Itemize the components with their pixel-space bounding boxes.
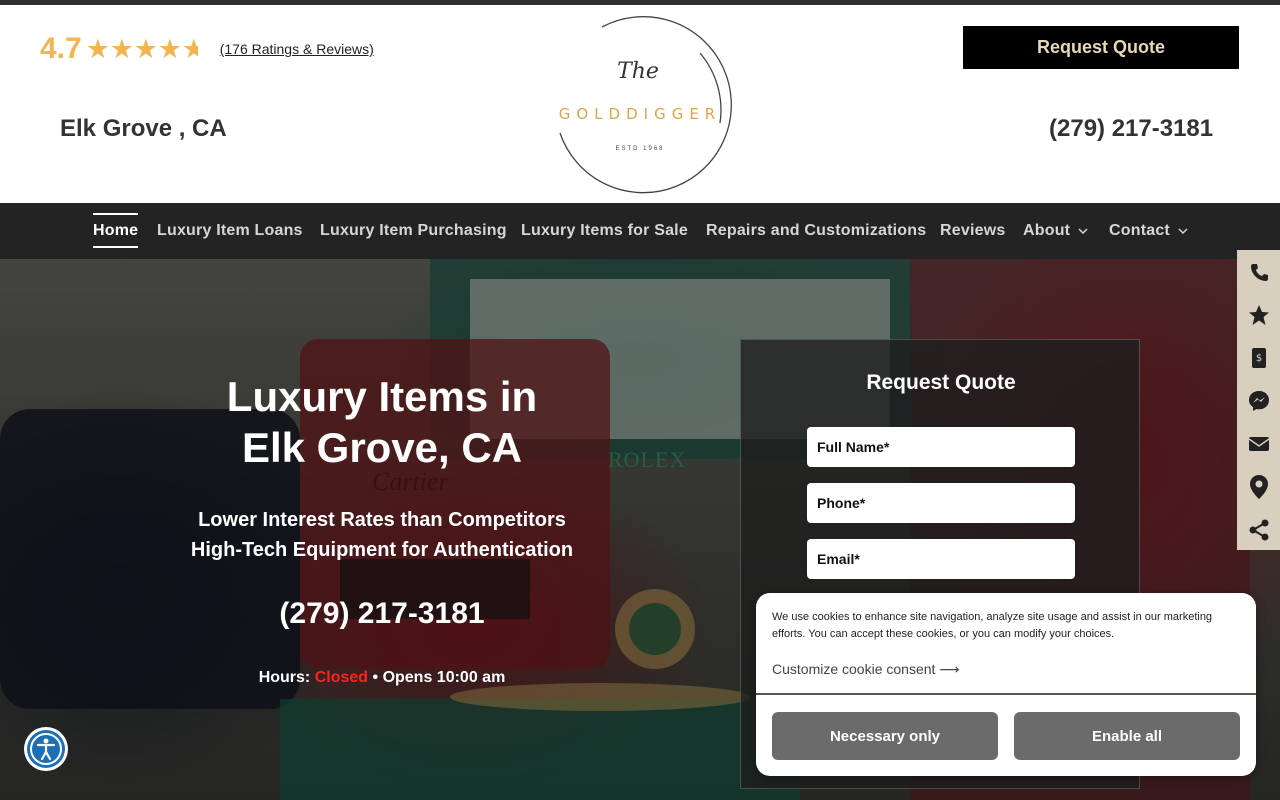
necessary-only-button[interactable]: Necessary only	[772, 712, 998, 760]
form-title: Request Quote	[866, 371, 1016, 394]
nav-item-label: Luxury Item Purchasing	[320, 222, 507, 239]
phone-field[interactable]: Phone*	[807, 483, 1075, 523]
nav-item-about[interactable]: About	[1023, 203, 1088, 259]
main-nav: Home Luxury Item Loans Luxury Item Purch…	[0, 203, 1280, 259]
email-field[interactable]: Email*	[807, 539, 1075, 579]
hero-title-line: Luxury Items in	[226, 373, 538, 420]
star-icon: ★	[109, 33, 134, 64]
nav-item-label: Home	[93, 222, 139, 239]
hours-status: Closed	[314, 669, 369, 686]
nav-item-label: Contact	[1109, 222, 1170, 239]
cookie-consent-banner: We use cookies to enhance site navigatio…	[756, 593, 1256, 776]
dock-email-button[interactable]	[1237, 422, 1280, 465]
nav-item-luxury-item-loans[interactable]: Luxury Item Loans	[157, 203, 303, 259]
nav-item-label: Repairs and Customizations	[706, 222, 927, 239]
business-hours: Hours: Closed • Opens 10:00 am	[182, 669, 582, 687]
logo-name: GOLDDIGGER	[558, 105, 722, 123]
svg-text:$: $	[1255, 353, 1261, 364]
cookie-divider	[756, 693, 1256, 695]
rolex-brand-text: ROLEX	[608, 447, 687, 472]
enable-all-button[interactable]: Enable all	[1014, 712, 1240, 760]
star-icon: ★	[133, 33, 158, 64]
phone-icon	[1250, 263, 1268, 281]
site-header: 4.7 ★ ★ ★ ★ ★ (176 Ratings & Reviews) El…	[0, 5, 1280, 203]
logo-the: The	[617, 59, 659, 84]
hours-label: Hours:	[258, 669, 311, 686]
location-city: Elk Grove , CA	[60, 115, 227, 142]
dock-payment-button[interactable]: $	[1237, 336, 1280, 379]
hours-next-open: • Opens 10:00 am	[372, 669, 506, 686]
rating-stars: ★ ★ ★ ★ ★	[85, 33, 206, 64]
logo-estd: ESTD 1968	[615, 146, 665, 152]
star-icon: ★	[157, 33, 182, 64]
dock-messenger-button[interactable]	[1237, 379, 1280, 422]
half-star-icon: ★	[181, 33, 206, 64]
dock-reviews-button[interactable]	[1237, 293, 1280, 336]
ratings-reviews-link[interactable]: (176 Ratings & Reviews)	[220, 41, 374, 57]
nav-item-label: Luxury Items for Sale	[521, 222, 688, 239]
dock-share-button[interactable]	[1237, 508, 1280, 551]
nav-item-reviews[interactable]: Reviews	[940, 203, 1005, 259]
payment-icon: $	[1251, 347, 1266, 368]
side-contact-dock: $	[1237, 250, 1280, 550]
nav-item-repairs-customizations[interactable]: Repairs and Customizations	[706, 203, 926, 259]
full-name-field[interactable]: Full Name*	[807, 427, 1075, 467]
customize-cookie-link[interactable]: Customize cookie consent ⟶	[772, 661, 959, 678]
active-indicator	[93, 246, 139, 248]
rating-value: 4.7	[40, 32, 82, 65]
hero-subtitle-line: High-Tech Equipment for Authentication	[190, 539, 574, 561]
nav-item-label: About	[1023, 222, 1071, 239]
logo-circle-graphic: The	[559, 16, 732, 194]
dock-location-button[interactable]	[1237, 465, 1280, 508]
hero-title: Luxury Items in Elk Grove, CA	[182, 371, 582, 473]
accessibility-button[interactable]	[24, 727, 68, 771]
rating-summary: 4.7 ★ ★ ★ ★ ★ (176 Ratings & Reviews)	[40, 32, 374, 66]
chevron-down-icon	[1178, 228, 1188, 234]
star-icon	[1248, 304, 1269, 325]
nav-item-label: Reviews	[940, 222, 1006, 239]
chevron-down-icon	[1078, 228, 1088, 234]
nav-item-luxury-items-for-sale[interactable]: Luxury Items for Sale	[521, 203, 688, 259]
header-phone-link[interactable]: (279) 217-3181	[1049, 115, 1213, 143]
star-icon: ★	[85, 33, 110, 64]
hero-title-line: Elk Grove, CA	[241, 424, 523, 471]
nav-item-contact[interactable]: Contact	[1109, 203, 1188, 259]
accessibility-icon	[30, 733, 62, 765]
cookie-message: We use cookies to enhance site navigatio…	[772, 611, 1213, 640]
hero-phone-link[interactable]: (279) 217-3181	[182, 597, 582, 631]
location-icon	[1249, 474, 1268, 499]
customize-cookie-label: Customize cookie consent	[772, 661, 936, 677]
active-indicator	[93, 213, 139, 215]
nav-item-label: Luxury Item Loans	[157, 222, 303, 239]
share-icon	[1249, 519, 1268, 540]
hero-subtitle: Lower Interest Rates than Competitors Hi…	[152, 505, 612, 565]
accessibility-badge	[27, 730, 65, 768]
arrow-right-icon: ⟶	[939, 661, 960, 677]
site-logo[interactable]: The GOLDDIGGER ESTD 1968	[540, 13, 740, 195]
dock-phone-button[interactable]	[1237, 250, 1280, 293]
messenger-icon	[1248, 390, 1269, 411]
email-icon	[1248, 436, 1269, 451]
nav-item-luxury-item-purchasing[interactable]: Luxury Item Purchasing	[320, 203, 507, 259]
nav-item-home[interactable]: Home	[93, 203, 139, 259]
hero-subtitle-line: Lower Interest Rates than Competitors	[198, 509, 566, 531]
request-quote-button[interactable]: Request Quote	[963, 26, 1239, 69]
